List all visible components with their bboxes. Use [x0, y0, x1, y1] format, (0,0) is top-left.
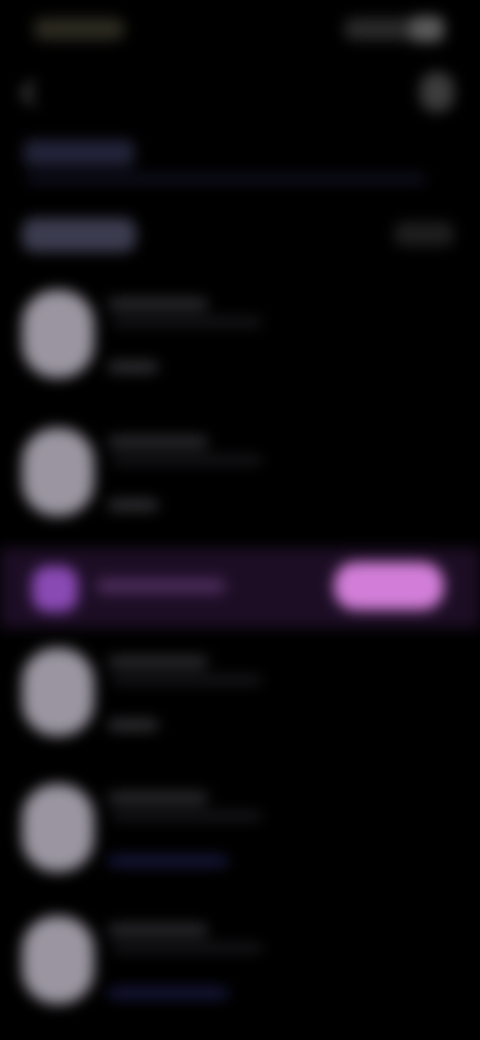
avatar — [22, 916, 94, 1004]
highlight-label — [96, 578, 226, 594]
contact-link[interactable] — [108, 988, 228, 998]
list-item[interactable] — [0, 428, 480, 548]
contact-name — [108, 924, 208, 936]
list-item[interactable] — [0, 648, 480, 768]
avatar — [22, 648, 94, 736]
contact-meta — [108, 720, 158, 730]
avatar — [22, 428, 94, 516]
contact-detail — [112, 318, 262, 326]
highlight-avatar — [32, 566, 78, 612]
list-item[interactable] — [0, 290, 480, 410]
contact-list — [0, 0, 480, 1040]
contact-detail — [112, 812, 262, 820]
app-screen — [0, 0, 480, 1040]
contact-detail — [112, 944, 262, 952]
highlight-action-button[interactable] — [334, 562, 444, 610]
contact-name — [108, 792, 208, 804]
avatar — [22, 290, 94, 378]
contact-detail — [112, 456, 262, 464]
list-item[interactable] — [0, 916, 480, 1036]
contact-link[interactable] — [108, 856, 228, 866]
list-item[interactable] — [0, 784, 480, 904]
contact-name — [108, 436, 208, 448]
contact-meta — [108, 362, 158, 372]
avatar — [22, 784, 94, 872]
contact-meta — [108, 500, 158, 510]
contact-name — [108, 298, 208, 310]
contact-detail — [112, 676, 262, 684]
contact-name — [108, 656, 208, 668]
highlighted-list-item[interactable] — [0, 548, 480, 628]
